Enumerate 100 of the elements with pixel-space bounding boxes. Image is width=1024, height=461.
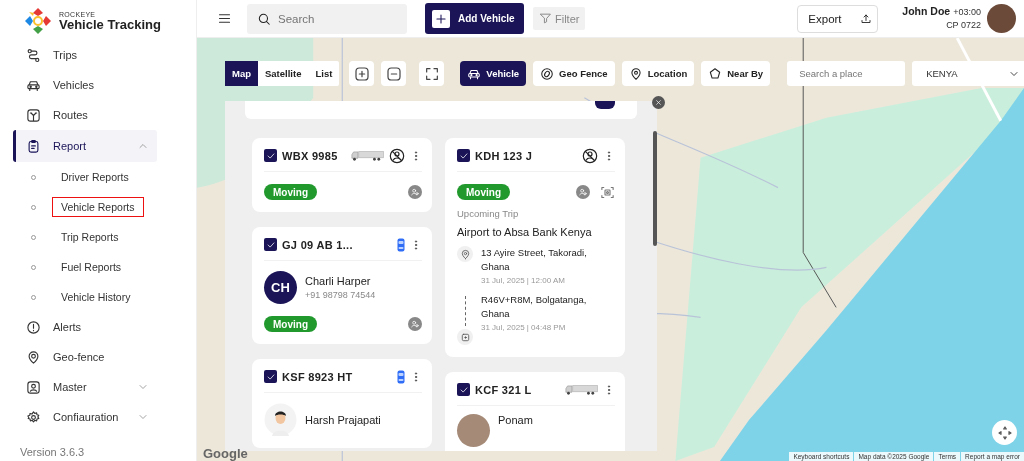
route-icon [26, 47, 41, 63]
checkbox[interactable] [264, 149, 277, 162]
fullscreen-button[interactable] [419, 61, 445, 86]
stop-time: 31 Jul, 2025 | 04:48 PM [481, 323, 567, 332]
stop-address: 13 Ayire Street, Takoradi, Ghana [481, 246, 588, 274]
upload-icon [859, 12, 872, 25]
view-tab[interactable]: List [308, 61, 340, 86]
filter-icon [539, 12, 552, 25]
submenu-item[interactable]: Driver Reports [52, 167, 138, 187]
version-label: Version 3.6.3 [19, 446, 86, 458]
brand-title: Vehicle Tracking [59, 18, 161, 31]
check-icon [458, 150, 469, 161]
truck-icon [351, 150, 384, 161]
driver-name: Charli Harper [305, 275, 372, 287]
avatar-initials: CH [264, 271, 297, 304]
fullscreen-icon [423, 65, 440, 82]
driver-phone: +91 98798 74544 [305, 290, 376, 300]
layer-button[interactable]: Location [621, 61, 695, 86]
geofence-icon [540, 66, 555, 81]
checkbox[interactable] [264, 238, 277, 251]
sidebar-item[interactable]: Vehicles [13, 70, 157, 100]
stop-icon [459, 331, 471, 343]
frame-icon [600, 184, 615, 200]
person-icon[interactable] [576, 185, 590, 199]
sidebar-item[interactable]: Master [13, 372, 157, 402]
clipboard-icon [26, 138, 41, 154]
user-icon [26, 379, 41, 395]
arrows-icon [996, 424, 1013, 441]
vehicle-card[interactable]: KSF 8923 HT Harsh Prajapati [252, 359, 432, 448]
country-select[interactable]: KENYA [912, 61, 1024, 86]
toggle-switch[interactable] [595, 101, 615, 109]
zoom-in-button[interactable] [349, 61, 375, 86]
submenu-item[interactable]: Vehicle Reports [52, 197, 144, 217]
vehicle-plate: KSF 8923 HT [282, 370, 353, 383]
car-icon [397, 237, 405, 252]
logo-icon [23, 6, 53, 36]
user-code: CP 0722 [945, 19, 981, 32]
sidebar-item[interactable]: Routes [13, 100, 157, 130]
status-badge: Moving [264, 184, 317, 200]
user-name: John Doe [902, 5, 951, 17]
trip-heading: Upcoming Trip [457, 208, 520, 219]
status-badge: Moving [264, 316, 317, 332]
vehicle-plate: KCF 321 L [475, 383, 532, 396]
pin-icon [459, 248, 471, 260]
route-line [464, 296, 466, 326]
sidebar-item[interactable]: Alerts [13, 312, 157, 342]
person-icon[interactable] [408, 317, 422, 331]
vehicle-card[interactable]: WBX 9985 Moving [252, 138, 432, 212]
vehicle-plate: GJ 09 AB 1... [282, 238, 353, 251]
checkbox[interactable] [264, 370, 277, 383]
location-icon [26, 349, 41, 365]
check-icon [458, 384, 469, 395]
view-tab[interactable]: Satellite [258, 61, 309, 86]
driver-name: Ponam [498, 414, 533, 426]
place-search-field[interactable]: Search a place [787, 61, 906, 86]
vehicle-plate: WBX 9985 [282, 149, 338, 162]
sidebar-item[interactable]: Trips [13, 40, 157, 70]
search-icon [257, 11, 271, 26]
alert-icon [26, 319, 41, 335]
export-button[interactable]: Export [797, 4, 879, 33]
plus-icon [434, 11, 448, 26]
gear-icon [26, 409, 41, 425]
layer-button[interactable]: Vehicle [460, 61, 527, 86]
layer-button[interactable]: Geo Fence [533, 61, 615, 86]
avatar-photo-placeholder [457, 414, 490, 447]
vehicle-card[interactable]: KDH 123 J Moving Upcoming Trip Airport to Absa Bank Kenya 13 Ayire Street, Takoradi, Ghana 31 Jul, 2025 | 12:00 AM R46V+R8M, Bolgatanga, Ghana 31 Jul, 2025 | 04:48 PM [445, 138, 625, 357]
scrollbar[interactable] [653, 131, 657, 246]
submenu-item[interactable]: Fuel Reports [52, 257, 131, 277]
checkbox[interactable] [457, 383, 470, 396]
layer-button[interactable]: Near By [701, 61, 771, 86]
search-field[interactable]: Search [247, 3, 407, 34]
location-icon [628, 66, 643, 81]
truck-icon [565, 384, 598, 395]
user-timezone: +03:00 [953, 7, 981, 17]
menu-icon [217, 11, 232, 26]
checkbox[interactable] [457, 149, 470, 162]
vehicle-plate: KDH 123 J [475, 149, 533, 162]
stop-address: R46V+R8M, Bolgatanga, Ghana [481, 293, 588, 321]
view-tab[interactable]: Map [225, 61, 258, 86]
stop-time: 31 Jul, 2025 | 12:00 AM [481, 276, 566, 285]
close-icon [654, 98, 663, 107]
trip-title: Airport to Absa Bank Kenya [457, 226, 593, 238]
check-icon [265, 371, 276, 382]
minus-icon [385, 65, 402, 82]
vehicle-card[interactable]: GJ 09 AB 1... CH Charli Harper +91 98798 74544 Moving [252, 227, 432, 344]
sidebar-item[interactable]: Geo-fence [13, 342, 157, 372]
status-badge: Moving [457, 184, 510, 200]
avatar-photo-placeholder[interactable] [987, 4, 1016, 33]
signpost-icon [26, 107, 41, 123]
person-icon[interactable] [408, 185, 422, 199]
submenu-item[interactable]: Vehicle History [52, 287, 140, 307]
sidebar-item[interactable]: Confiauration [13, 402, 157, 432]
vehicle-card[interactable]: KCF 321 L Ponam [445, 372, 625, 451]
driver-name: Harsh Prajapati [305, 413, 381, 426]
sidebar-item[interactable]: Report [13, 130, 157, 162]
check-icon [265, 150, 276, 161]
submenu-item[interactable]: Trip Reports [52, 227, 128, 247]
zoom-out-button[interactable] [381, 61, 407, 86]
add-vehicle-button[interactable]: Add Vehicle [425, 3, 524, 34]
menu-button[interactable] [217, 11, 232, 26]
